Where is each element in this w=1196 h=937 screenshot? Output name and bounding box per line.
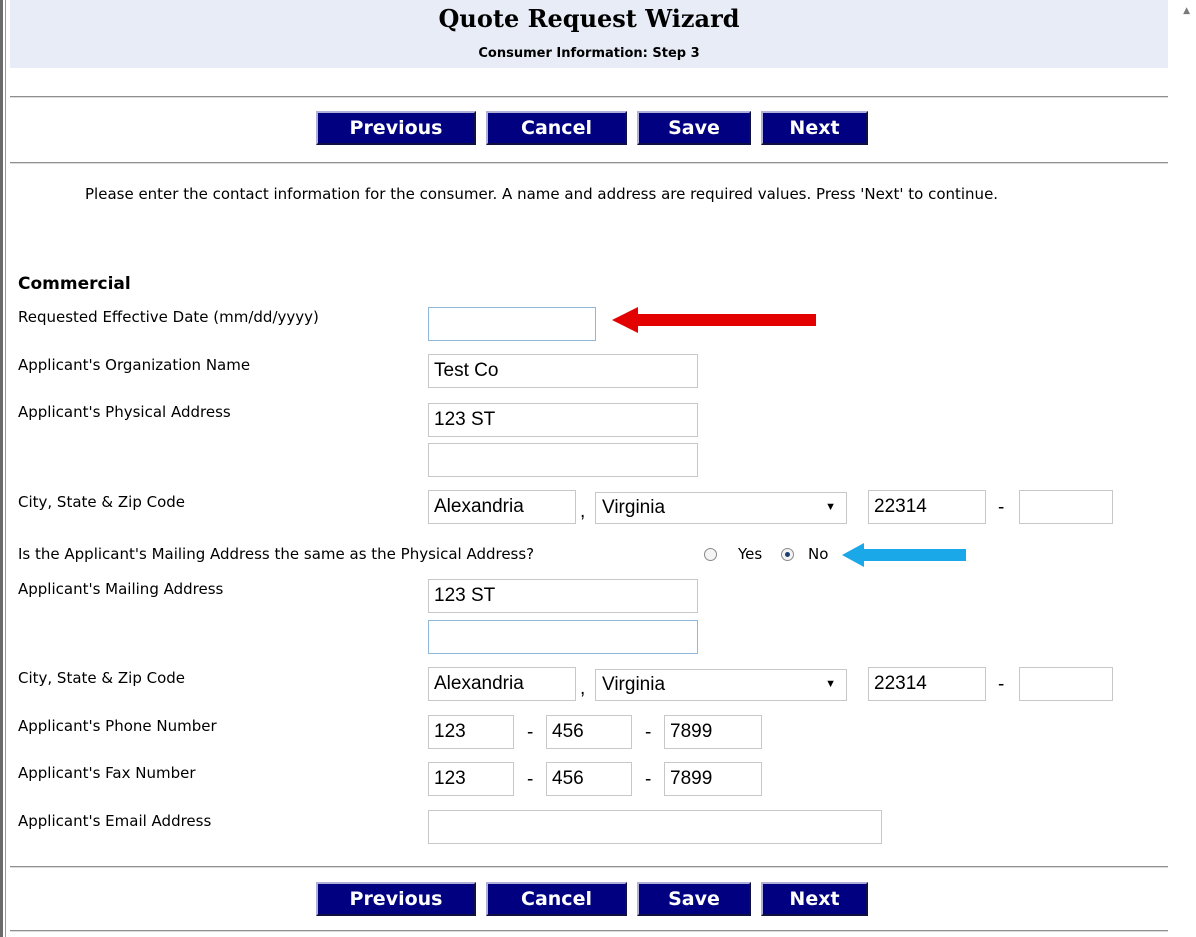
physical-city-label: City, State & Zip Code: [18, 493, 186, 511]
physical-state-value: Virginia: [602, 497, 666, 518]
mailing-city-input[interactable]: Alexandria: [428, 667, 576, 701]
physical-zip-input[interactable]: 22314: [868, 490, 986, 524]
mailing-address-label: Applicant's Mailing Address: [18, 580, 224, 598]
divider: [10, 96, 1168, 98]
dash-separator: -: [998, 497, 1005, 518]
mailing-address-line1-input[interactable]: 123 ST: [428, 579, 698, 613]
save-button[interactable]: Save: [637, 111, 751, 145]
page-subtitle: Consumer Information: Step 3: [478, 46, 700, 61]
blue-annotation-arrow-icon: [842, 543, 966, 567]
org-name-label: Applicant's Organization Name: [18, 356, 251, 374]
window-left-border: [0, 0, 3, 937]
phone-label: Applicant's Phone Number: [18, 717, 217, 735]
mailing-zip-ext-input[interactable]: [1019, 667, 1113, 701]
scroll-up-arrow-icon[interactable]: ▲: [1183, 6, 1190, 16]
window-left-border-inner: [5, 0, 6, 937]
same-address-yes-radio[interactable]: [704, 548, 717, 561]
mailing-state-select[interactable]: Virginia ▼: [595, 669, 847, 701]
same-address-no-label: No: [808, 545, 829, 563]
save-button[interactable]: Save: [637, 882, 751, 916]
same-address-no-radio[interactable]: [781, 548, 794, 561]
next-button[interactable]: Next: [761, 882, 868, 916]
effective-date-label: Requested Effective Date (mm/dd/yyyy): [18, 308, 319, 326]
chevron-down-icon[interactable]: ▼: [825, 678, 836, 690]
cancel-button[interactable]: Cancel: [486, 111, 627, 145]
wizard-header: Quote Request Wizard Consumer Informatio…: [10, 0, 1168, 68]
mailing-state-value: Virginia: [602, 674, 666, 695]
dash-separator: -: [998, 674, 1005, 695]
comma-separator: ,: [580, 501, 586, 522]
mailing-city-label: City, State & Zip Code: [18, 669, 186, 687]
effective-date-input[interactable]: [428, 307, 596, 341]
vertical-scrollbar[interactable]: ▲: [1174, 0, 1196, 937]
previous-button[interactable]: Previous: [316, 111, 476, 145]
mailing-zip-input[interactable]: 22314: [868, 667, 986, 701]
comma-separator: ,: [580, 678, 586, 699]
physical-address-line2-input[interactable]: [428, 443, 698, 477]
same-address-yes-label: Yes: [738, 545, 763, 563]
dash-separator: -: [645, 722, 652, 743]
mailing-address-line2-input[interactable]: [428, 620, 698, 654]
org-name-input[interactable]: Test Co: [428, 354, 698, 388]
physical-city-input[interactable]: Alexandria: [428, 490, 576, 524]
fax-label: Applicant's Fax Number: [18, 764, 196, 782]
same-address-question: Is the Applicant's Mailing Address the s…: [18, 545, 535, 563]
dash-separator: -: [527, 769, 534, 790]
phone-area-input[interactable]: 123: [428, 715, 514, 749]
physical-address-label: Applicant's Physical Address: [18, 403, 231, 421]
dash-separator: -: [527, 722, 534, 743]
email-label: Applicant's Email Address: [18, 812, 212, 830]
email-input[interactable]: [428, 810, 882, 844]
fax-area-input[interactable]: 123: [428, 762, 514, 796]
divider: [10, 162, 1168, 164]
section-title: Commercial: [18, 274, 131, 294]
physical-zip-ext-input[interactable]: [1019, 490, 1113, 524]
physical-address-line1-input[interactable]: 123 ST: [428, 403, 698, 437]
physical-state-select[interactable]: Virginia ▼: [595, 492, 847, 524]
divider: [10, 866, 1168, 868]
fax-prefix-input[interactable]: 456: [546, 762, 632, 796]
cancel-button[interactable]: Cancel: [486, 882, 627, 916]
phone-line-input[interactable]: 7899: [664, 715, 762, 749]
phone-prefix-input[interactable]: 456: [546, 715, 632, 749]
divider: [10, 930, 1168, 932]
instructions-text: Please enter the contact information for…: [85, 185, 999, 203]
dash-separator: -: [645, 769, 652, 790]
page-title: Quote Request Wizard: [438, 4, 740, 33]
previous-button[interactable]: Previous: [316, 882, 476, 916]
next-button[interactable]: Next: [761, 111, 868, 145]
red-annotation-arrow-icon: [612, 307, 816, 333]
fax-line-input[interactable]: 7899: [664, 762, 762, 796]
chevron-down-icon[interactable]: ▼: [825, 501, 836, 513]
